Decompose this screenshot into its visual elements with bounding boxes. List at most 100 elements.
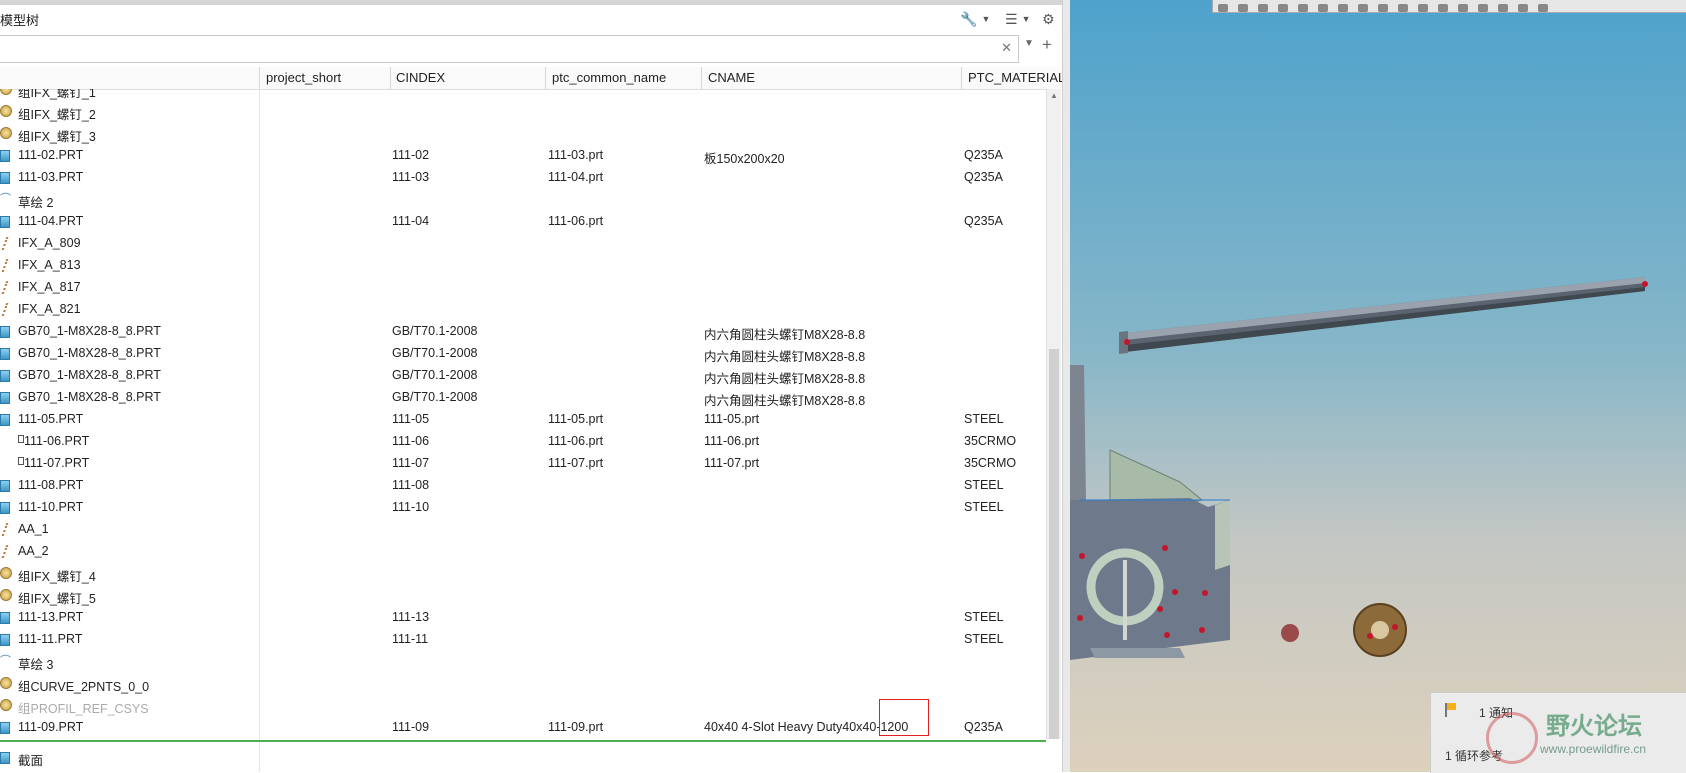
tree-row[interactable]: GB70_1-M8X28-8_8.PRT GB/T70.1-2008 内六角圆柱头螺… bbox=[0, 386, 1044, 408]
tree-row[interactable]: 111-08.PRT 111-08 STEEL bbox=[0, 474, 1044, 496]
watermark-title: 野火论坛 bbox=[1546, 713, 1642, 740]
cell-material: STEEL bbox=[964, 412, 1004, 426]
tree-row-name: GB70_1-M8X28-8_8.PRT bbox=[18, 324, 161, 338]
group-icon bbox=[0, 699, 12, 711]
part-icon bbox=[0, 348, 10, 360]
tree-row[interactable]: GB70_1-M8X28-8_8.PRT GB/T70.1-2008 内六角圆柱头螺… bbox=[0, 320, 1044, 342]
settings-icon[interactable]: ⚙ bbox=[1042, 8, 1055, 30]
column-cname[interactable]: CNAME bbox=[708, 70, 958, 85]
model-geometry bbox=[1070, 277, 1648, 660]
part-icon bbox=[0, 480, 10, 492]
tree-row[interactable]: 111-02.PRT 111-02 111-03.prt 板150x200x20 Q23… bbox=[0, 144, 1044, 166]
cell-cname: 内六角圆柱头螺钉M8X28-8.8 bbox=[704, 350, 866, 364]
tree-row[interactable]: 组CURVE_2PNTS_0_0 bbox=[0, 672, 1044, 694]
column-cindex[interactable]: CINDEX bbox=[396, 70, 546, 85]
tree-row[interactable]: 111-05.PRT 111-05 111-05.prt 111-05.prt STEE… bbox=[0, 408, 1044, 430]
tree-row-name: GB70_1-M8X28-8_8.PRT bbox=[18, 390, 161, 404]
axis-icon bbox=[1, 545, 9, 558]
tree-row[interactable]: 111-10.PRT 111-10 STEEL bbox=[0, 496, 1044, 518]
cell-cindex: 111-13 bbox=[392, 610, 430, 624]
cell-material: 35CRMO bbox=[964, 434, 1017, 448]
cell-common-name: 111-06.prt bbox=[548, 214, 604, 228]
tree-row[interactable]: 组IFX_螺钉_4 bbox=[0, 562, 1044, 584]
tree-row[interactable]: ⌒ 草绘 2 bbox=[0, 188, 1044, 210]
scrollbar-thumb[interactable] bbox=[1049, 349, 1059, 739]
cell-common-name: 111-05.prt bbox=[548, 412, 604, 426]
cell-cname: 内六角圆柱头螺钉M8X28-8.8 bbox=[704, 328, 866, 342]
group-icon bbox=[0, 127, 12, 139]
model-viewport[interactable] bbox=[1070, 0, 1686, 772]
tree-row[interactable]: IFX_A_809 bbox=[0, 232, 1044, 254]
part-icon bbox=[0, 502, 10, 514]
tree-row[interactable]: 111-06.PRT 111-06 111-06.prt 111-06.prt 35CR… bbox=[0, 430, 1044, 452]
cell-material: STEEL bbox=[964, 478, 1004, 492]
part-icon bbox=[0, 414, 10, 426]
tree-row[interactable]: 111-03.PRT 111-03 111-04.prt Q235A bbox=[0, 166, 1044, 188]
tree-row[interactable]: ⌒ 草绘 3 bbox=[0, 650, 1044, 672]
cell-material: STEEL bbox=[964, 632, 1004, 646]
cell-cindex: 111-10 bbox=[392, 500, 430, 514]
tree-row-name: 组IFX_螺钉_5 bbox=[18, 592, 96, 606]
tree-row-name: 组CURVE_2PNTS_0_0 bbox=[18, 680, 150, 694]
vertical-scrollbar[interactable]: ▲ bbox=[1046, 89, 1061, 739]
part-icon bbox=[0, 392, 10, 404]
cell-material: Q235A bbox=[964, 720, 1003, 734]
axis-icon bbox=[1, 303, 9, 316]
column-separator[interactable] bbox=[961, 67, 962, 89]
show-icon[interactable]: ☰ ▼ bbox=[1005, 8, 1030, 30]
column-project-short[interactable]: project_short bbox=[266, 70, 386, 85]
cell-cname: 111-07.prt bbox=[704, 456, 760, 470]
column-common-name[interactable]: ptc_common_name bbox=[552, 70, 702, 85]
cell-cindex: 111-06 bbox=[392, 434, 430, 448]
watermark-logo bbox=[1486, 712, 1538, 764]
cell-material: Q235A bbox=[964, 214, 1003, 228]
group-icon bbox=[0, 105, 12, 117]
tree-row[interactable]: 组IFX_螺钉_5 bbox=[0, 584, 1044, 606]
cell-common-name: 111-09.prt bbox=[548, 720, 604, 734]
column-material[interactable]: PTC_MATERIAL_NAME bbox=[968, 70, 1062, 85]
sketch-icon: ⌒ bbox=[0, 655, 11, 667]
cell-cindex: GB/T70.1-2008 bbox=[392, 390, 478, 404]
tree-row[interactable]: GB70_1-M8X28-8_8.PRT GB/T70.1-2008 内六角圆柱头螺… bbox=[0, 364, 1044, 386]
tree-row[interactable]: AA_2 bbox=[0, 540, 1044, 562]
tree-row[interactable]: IFX_A_821 bbox=[0, 298, 1044, 320]
search-input[interactable]: ✕ bbox=[0, 35, 1019, 63]
tree-row[interactable]: 组IFX_螺钉_1 bbox=[0, 89, 1044, 100]
tree-row[interactable]: 111-04.PRT 111-04 111-06.prt Q235A bbox=[0, 210, 1044, 232]
tree-row-name: 111-13.PRT bbox=[18, 610, 84, 624]
tree-row[interactable]: 组IFX_螺钉_3 bbox=[0, 122, 1044, 144]
part-icon bbox=[0, 752, 10, 764]
group-icon bbox=[0, 677, 12, 689]
tree-row[interactable]: GB70_1-M8X28-8_8.PRT GB/T70.1-2008 内六角圆柱头螺… bbox=[0, 342, 1044, 364]
tree-row[interactable]: 111-13.PRT 111-13 STEEL bbox=[0, 606, 1044, 628]
axis-icon bbox=[1, 259, 9, 272]
column-separator[interactable] bbox=[545, 67, 546, 89]
tree-row[interactable]: 111-07.PRT 111-07 111-07.prt 111-07.prt 35CR… bbox=[0, 452, 1044, 474]
tree-rows: 组IFX_螺钉_1 组IFX_螺钉_2 组IFX_螺钉_3 111-02.PRT 111… bbox=[0, 89, 1044, 739]
tree-row-name: 组PROFIL_REF_CSYS bbox=[18, 702, 149, 716]
tree-row[interactable]: 组IFX_螺钉_2 bbox=[0, 100, 1044, 122]
flag-icon bbox=[1445, 703, 1456, 717]
cell-cindex: 111-08 bbox=[392, 478, 430, 492]
column-separator[interactable] bbox=[390, 67, 391, 89]
column-separator[interactable] bbox=[259, 67, 260, 89]
group-icon bbox=[0, 589, 12, 601]
tree-row-name: 组IFX_螺钉_4 bbox=[18, 570, 96, 584]
cell-cindex: GB/T70.1-2008 bbox=[392, 346, 478, 360]
clear-icon[interactable]: ✕ bbox=[1001, 40, 1012, 56]
cell-material: Q235A bbox=[964, 148, 1003, 162]
cell-material: STEEL bbox=[964, 610, 1004, 624]
column-separator[interactable] bbox=[701, 67, 702, 89]
tree-row[interactable]: AA_1 bbox=[0, 518, 1044, 540]
chevron-down-icon[interactable]: ▼ bbox=[1024, 38, 1034, 49]
add-filter-icon[interactable]: + bbox=[1042, 35, 1052, 55]
tree-row[interactable]: IFX_A_817 bbox=[0, 276, 1044, 298]
scroll-up-icon[interactable]: ▲ bbox=[1050, 91, 1058, 100]
model-tree-panel: 模型树 🔧 ▼ ☰ ▼ ⚙ ✕ ▼ + project_short CINDEX p… bbox=[0, 0, 1070, 772]
tools-icon[interactable]: 🔧 ▼ bbox=[960, 8, 990, 30]
tree-row[interactable]: IFX_A_813 bbox=[0, 254, 1044, 276]
tree-row-name: 111-09.PRT bbox=[18, 720, 84, 734]
tree-row-name: GB70_1-M8X28-8_8.PRT bbox=[18, 346, 161, 360]
tree-row-name: 111-08.PRT bbox=[18, 478, 84, 492]
tree-row[interactable]: 111-11.PRT 111-11 STEEL bbox=[0, 628, 1044, 650]
